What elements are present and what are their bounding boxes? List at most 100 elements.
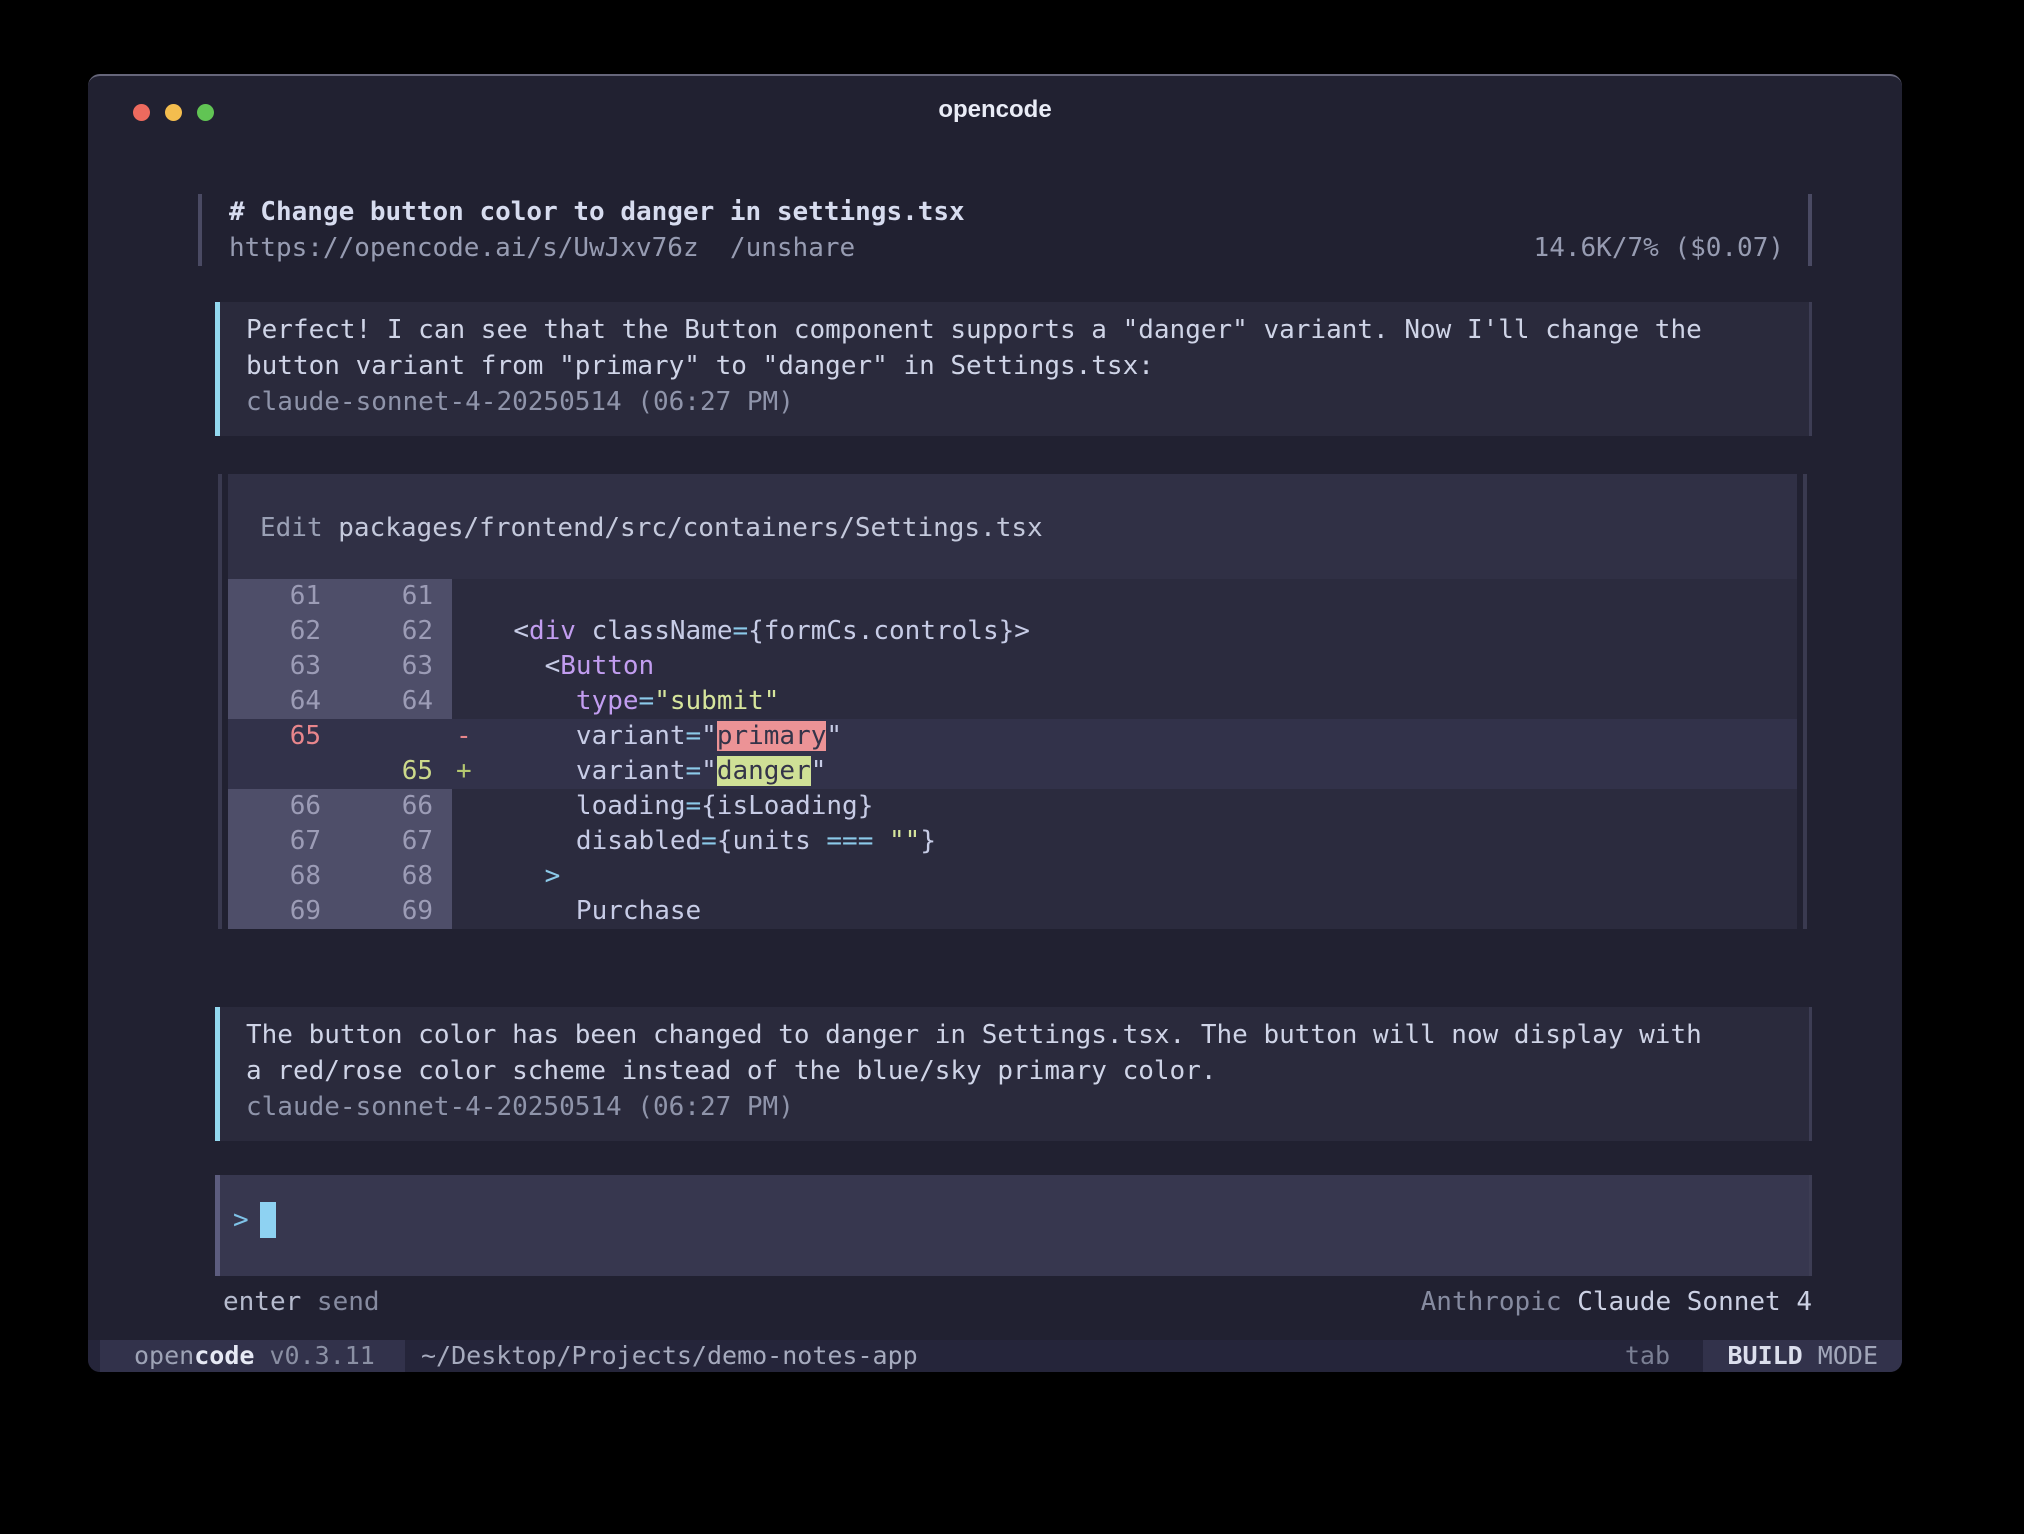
message-text-line: The button color has been changed to dan… (246, 1017, 1785, 1053)
code-token: {formCs.controls} (748, 616, 1014, 646)
message-text-line: button variant from "primary" to "danger… (246, 348, 1785, 384)
code-token: variant (576, 756, 686, 786)
diff-line-number: 66 (340, 789, 452, 824)
tab-key-hint[interactable]: tab (1625, 1340, 1670, 1372)
diff-row: 6666 loading={isLoading} (228, 789, 1797, 824)
diff-line-number: 61 (228, 579, 340, 614)
code-token: = (686, 756, 702, 786)
prompt-input[interactable]: > (215, 1175, 1812, 1276)
app-version: v0.3.11 (254, 1341, 374, 1370)
diff-code-line: <div className={formCs.controls}> (482, 614, 1797, 649)
diff-code-line: > (482, 859, 1797, 894)
diff-code-line: loading={isLoading} (482, 789, 1797, 824)
diff-row: 65+ variant="danger" (228, 754, 1797, 789)
spacer (855, 230, 1533, 266)
mode-badge[interactable]: BUILD MODE (1703, 1340, 1902, 1372)
diff-row: 6363 <Button (228, 649, 1797, 684)
code-token (482, 686, 576, 716)
assistant-message: Perfect! I can see that the Button compo… (215, 302, 1812, 436)
diff-line-number: 67 (228, 824, 340, 859)
unshare-command[interactable]: /unshare (730, 230, 855, 266)
diff-row: 6767 disabled={units === ""} (228, 824, 1797, 859)
tool-action: Edit (260, 513, 323, 543)
diff-code-line: disabled={units === ""} (482, 824, 1797, 859)
code-token (482, 896, 576, 926)
message-text-line: Perfect! I can see that the Button compo… (246, 312, 1785, 348)
model-provider: Anthropic (1421, 1287, 1578, 1317)
diff-marker (452, 614, 482, 649)
diff-line-number (340, 719, 452, 754)
model-name: Claude Sonnet 4 (1577, 1287, 1812, 1317)
app-version-badge: opencode v0.3.11 (100, 1340, 405, 1372)
share-url[interactable]: https://opencode.ai/s/UwJxv76z (229, 230, 699, 266)
code-token: = (732, 616, 748, 646)
code-token: = (686, 791, 702, 821)
code-token (482, 791, 576, 821)
code-token: className (592, 616, 733, 646)
code-token: variant (576, 721, 686, 751)
code-token: {isLoading} (701, 791, 873, 821)
code-token: {units (717, 826, 827, 856)
assistant-message: The button color has been changed to dan… (215, 1007, 1812, 1141)
diff-line-number: 67 (340, 824, 452, 859)
code-token (482, 721, 576, 751)
diff-line-number: 69 (340, 894, 452, 929)
diff-line-number: 68 (228, 859, 340, 894)
diff-line-number: 69 (228, 894, 340, 929)
code-token (482, 651, 545, 681)
send-hint: enter send (223, 1284, 380, 1320)
status-bar: opencode v0.3.11 ~/Desktop/Projects/demo… (88, 1340, 1902, 1372)
tool-call-header: Edit packages/frontend/src/containers/Se… (228, 510, 1797, 546)
session-title: # Change button color to danger in setti… (229, 194, 1784, 230)
code-token: " (811, 756, 827, 786)
diff-row: 6868 > (228, 859, 1797, 894)
code-token: " (826, 721, 842, 751)
diff-marker (452, 684, 482, 719)
diff-line-number (228, 754, 340, 789)
diff-row: 6262 <div className={formCs.controls}> (228, 614, 1797, 649)
code-token: danger (717, 756, 811, 786)
code-token (482, 756, 576, 786)
diff-line-number: 63 (228, 649, 340, 684)
window-title: opencode (88, 76, 1902, 140)
diff-marker (452, 824, 482, 859)
model-indicator[interactable]: Anthropic Claude Sonnet 4 (1421, 1284, 1812, 1320)
diff-row: 6161 (228, 579, 1797, 614)
code-token: loading (576, 791, 686, 821)
code-token: disabled (576, 826, 701, 856)
diff-line-number: 64 (340, 684, 452, 719)
diff-line-number: 61 (340, 579, 452, 614)
code-token: " (701, 721, 717, 751)
code-token: Button (560, 651, 654, 681)
code-token: === (826, 826, 873, 856)
diff-line-number: 68 (340, 859, 452, 894)
code-token: primary (717, 721, 827, 751)
code-token: < (513, 616, 529, 646)
code-diff: 61616262 <div className={formCs.controls… (228, 579, 1797, 929)
code-token: "submit" (654, 686, 779, 716)
context-usage: 14.6K/7% ($0.07) (1534, 230, 1784, 266)
diff-row: 65- variant="primary" (228, 719, 1797, 754)
code-token: = (639, 686, 655, 716)
code-token (482, 826, 576, 856)
code-token (482, 616, 513, 646)
edit-tool-call: Edit packages/frontend/src/containers/Se… (228, 474, 1797, 929)
diff-marker (452, 859, 482, 894)
code-token: type (576, 686, 639, 716)
diff-code-line: type="submit" (482, 684, 1797, 719)
composer-hints: enter send Anthropic Claude Sonnet 4 (223, 1284, 1812, 1320)
titlebar: opencode (88, 76, 1902, 140)
diff-code-line: <Button (482, 649, 1797, 684)
code-token: " (701, 756, 717, 786)
diff-marker: - (452, 719, 482, 754)
tool-file-path: packages/frontend/src/containers/Setting… (338, 513, 1042, 543)
diff-code-line: variant="primary" (482, 719, 1797, 754)
code-token (576, 616, 592, 646)
code-token: < (545, 651, 561, 681)
prompt-symbol: > (233, 1205, 249, 1235)
tool-block-left-rule (218, 474, 222, 929)
message-text-line: a red/rose color scheme instead of the b… (246, 1053, 1785, 1089)
tool-block-right-rule (1803, 474, 1807, 929)
diff-marker: + (452, 754, 482, 789)
diff-code-line (482, 579, 1797, 614)
